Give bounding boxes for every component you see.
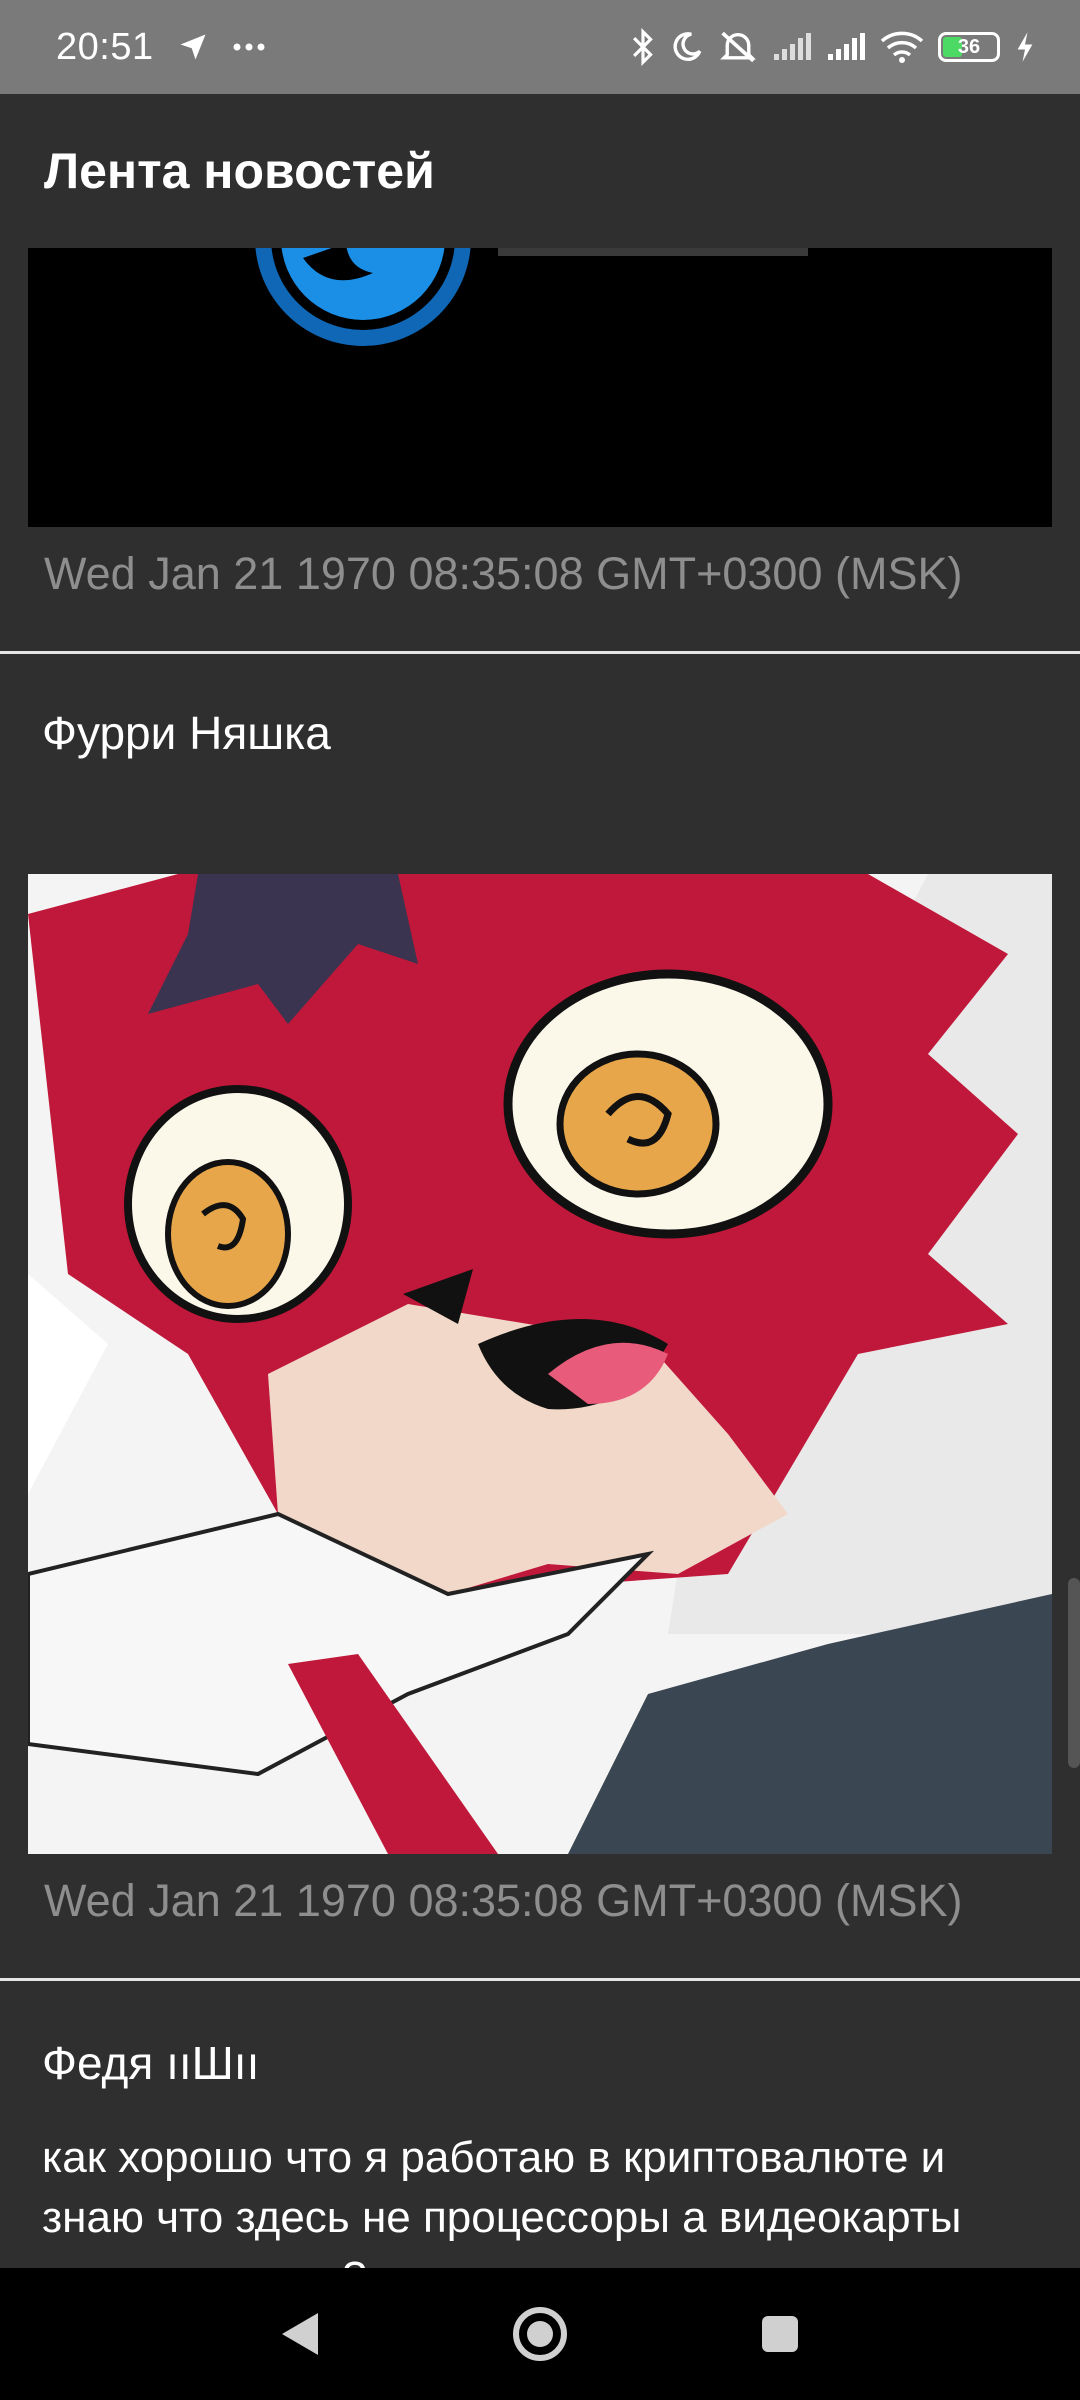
- navigation-bar: [0, 2268, 1080, 2400]
- moon-icon: [670, 30, 704, 64]
- back-icon[interactable]: [260, 2294, 340, 2374]
- page-title: Лента новостей: [44, 143, 435, 199]
- app-bar: Лента новостей: [0, 94, 1080, 248]
- furry-artwork-image: [28, 874, 1052, 1854]
- news-feed[interactable]: Wed Jan 21 1970 08:35:08 GMT+0300 (MSK) …: [0, 248, 1080, 2268]
- status-time: 20:51: [56, 25, 154, 68]
- battery-icon: 36: [938, 32, 1000, 62]
- signal-icon: [772, 32, 812, 62]
- post-image[interactable]: [28, 874, 1052, 1854]
- scrollbar[interactable]: [1068, 1578, 1080, 1768]
- post-divider: [0, 651, 1080, 654]
- post-date: Wed Jan 21 1970 08:35:08 GMT+0300 (MSK): [44, 548, 963, 599]
- navigation-icon: [178, 32, 208, 62]
- post-author[interactable]: Федя ııШıı: [42, 2036, 259, 2090]
- bluetooth-icon: [630, 28, 656, 66]
- home-icon[interactable]: [500, 2294, 580, 2374]
- post-date: Wed Jan 21 1970 08:35:08 GMT+0300 (MSK): [44, 1875, 963, 1926]
- charging-icon: [1014, 31, 1036, 63]
- signal-icon: [826, 32, 866, 62]
- channel-logo-image: [28, 248, 1052, 527]
- recents-icon[interactable]: [740, 2294, 820, 2374]
- post-divider: [0, 1978, 1080, 1981]
- status-bar: 20:51 36: [0, 0, 1080, 94]
- battery-level: 36: [957, 35, 981, 58]
- post-text: как хорошо что я работаю в криптовалюте …: [42, 2133, 962, 2268]
- post-image[interactable]: [28, 248, 1052, 527]
- more-dots-icon: [232, 42, 266, 52]
- post-author[interactable]: Фурри Няшка: [42, 706, 331, 760]
- wifi-icon: [880, 30, 924, 64]
- mute-icon: [718, 28, 758, 66]
